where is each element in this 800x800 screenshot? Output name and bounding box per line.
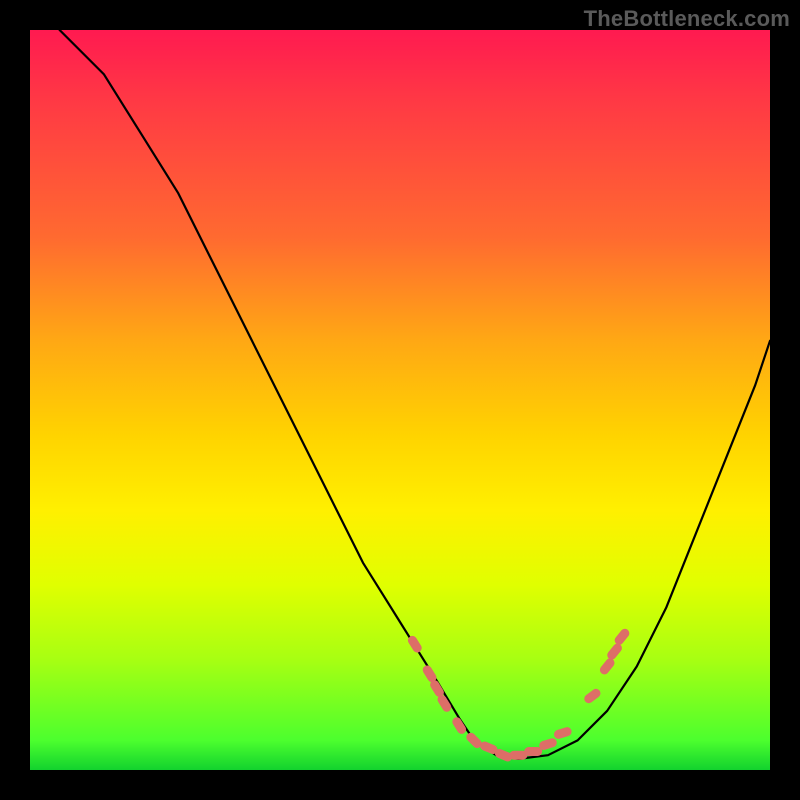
chart-background-gradient xyxy=(30,30,770,770)
watermark-text: TheBottleneck.com xyxy=(584,6,790,32)
